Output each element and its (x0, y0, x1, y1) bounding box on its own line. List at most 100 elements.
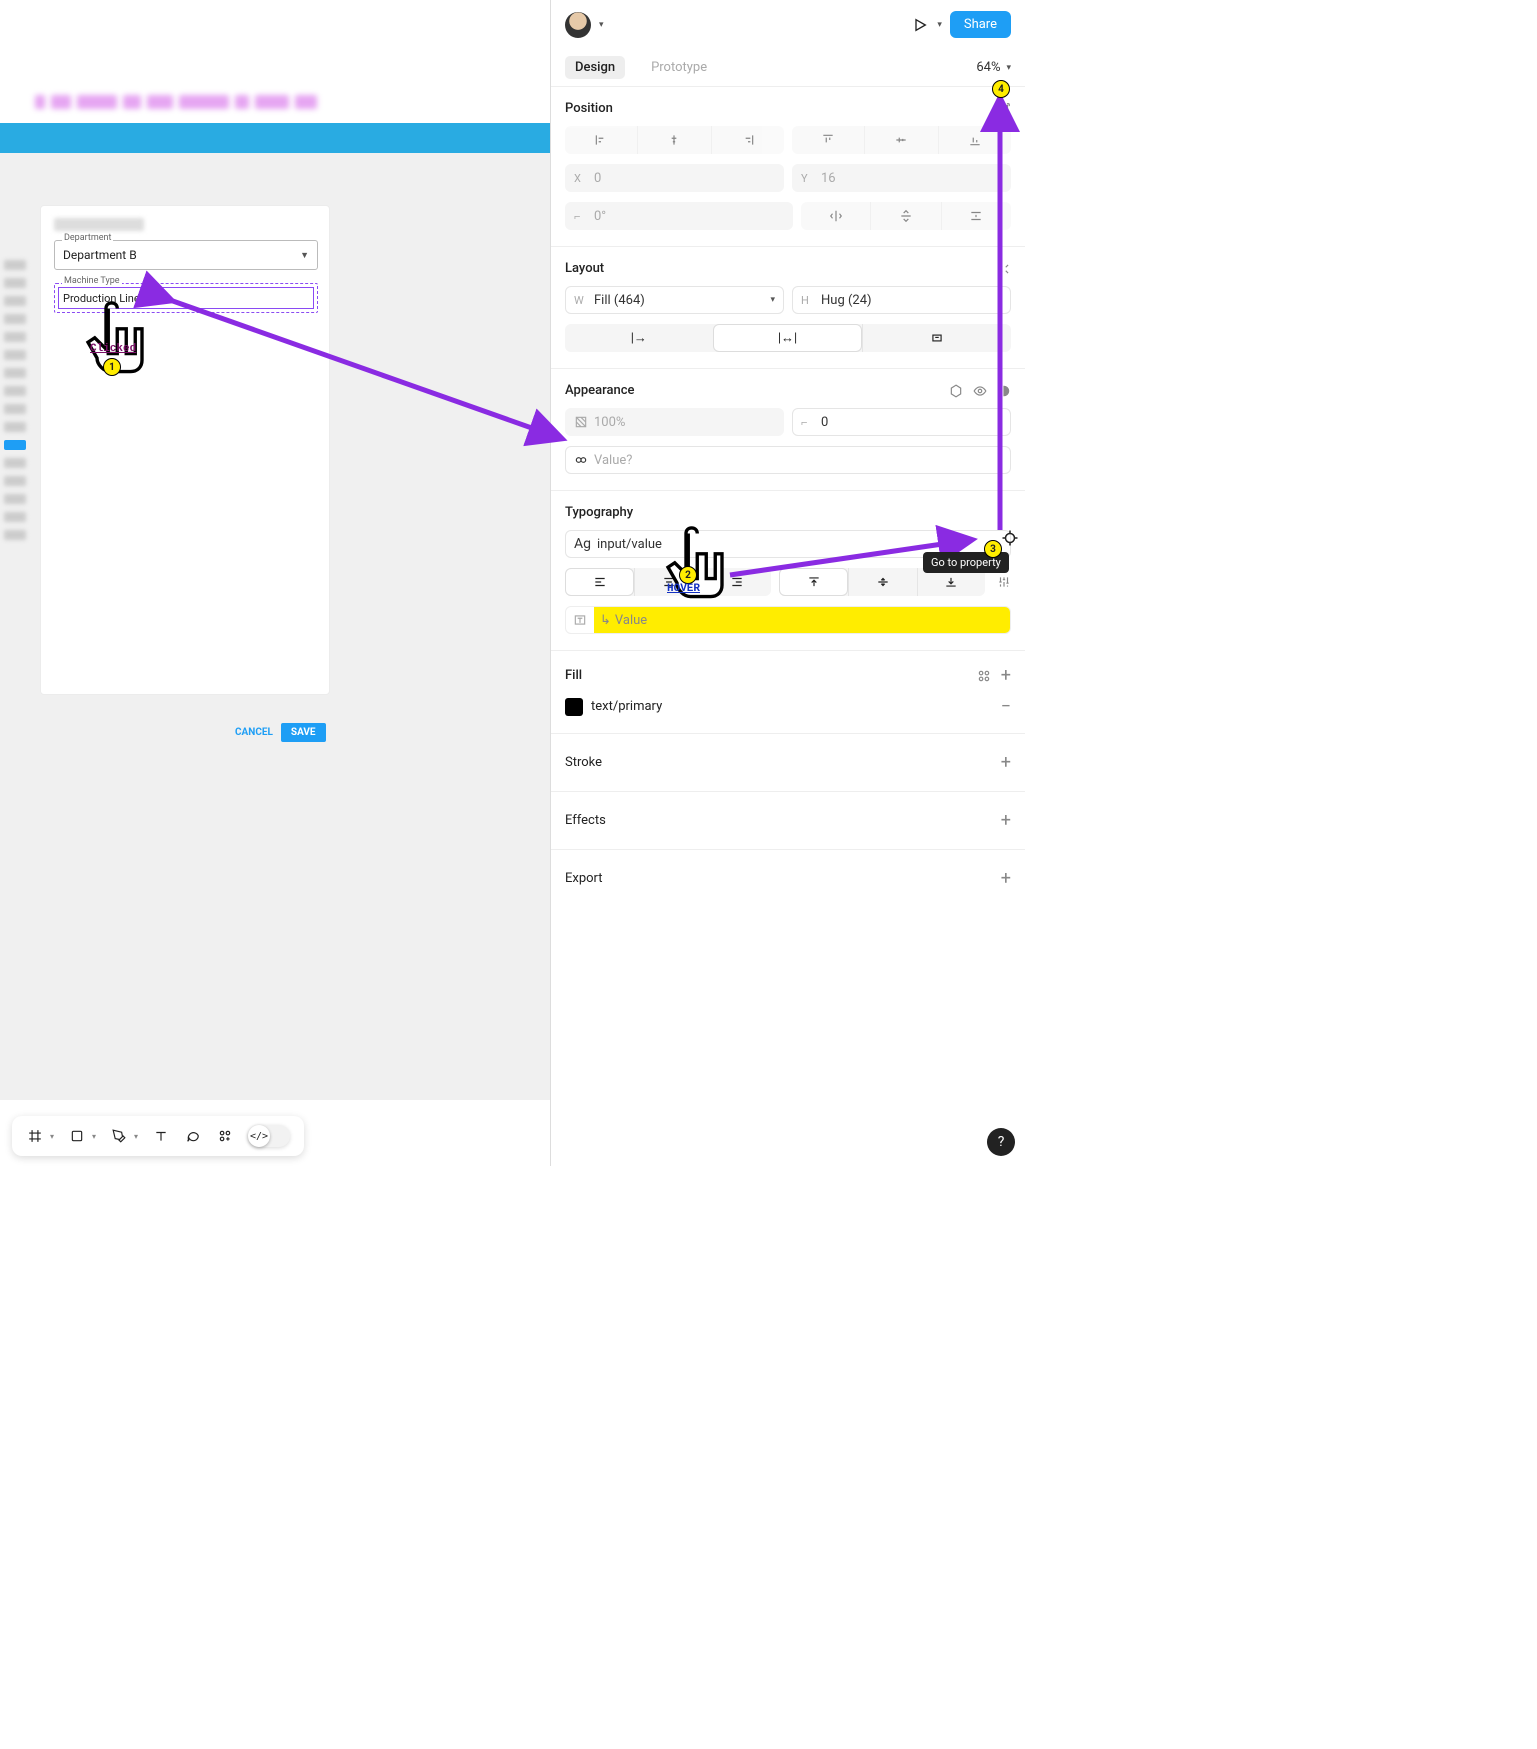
height-input[interactable]: H Hug (24) ▾ (792, 286, 1011, 314)
add-icon[interactable]: + (1001, 810, 1011, 831)
transparency-icon (574, 415, 588, 429)
comment-tool-icon[interactable] (184, 1127, 202, 1145)
fill-swatch[interactable] (565, 698, 583, 716)
section-title: Stroke (565, 755, 602, 770)
annotation-badge-1: 1 (103, 358, 121, 376)
rectangle-tool-icon[interactable] (68, 1127, 86, 1145)
machine-field[interactable]: Machine Type Production Line 999 (54, 283, 318, 313)
tab-prototype[interactable]: Prototype (641, 56, 717, 79)
resize-center-icon[interactable]: |↔| (713, 324, 863, 352)
grey-band (0, 153, 550, 195)
section-title: Layout (565, 261, 604, 276)
remove-icon[interactable]: − (1001, 696, 1011, 717)
add-icon[interactable]: + (1001, 752, 1011, 773)
flip-vertical-icon[interactable] (870, 202, 940, 230)
y-value: 16 (821, 171, 1002, 186)
cyan-band (0, 123, 550, 153)
style-value: input/value (597, 537, 1002, 552)
distribute-icon[interactable] (941, 202, 1011, 230)
align-icon[interactable] (997, 102, 1011, 116)
chevron-down-icon[interactable]: ▾ (770, 295, 775, 305)
align-horizontal-group[interactable] (565, 126, 784, 154)
canvas-area[interactable]: Department Department B ▼ Machine Type P… (0, 0, 550, 1100)
flip-group[interactable] (801, 202, 1011, 230)
w-value: Fill (464) (594, 293, 764, 308)
settings-sliders-icon[interactable] (997, 575, 1011, 589)
y-input[interactable]: Y 16 (792, 164, 1011, 192)
dev-mode-toggle[interactable]: </> (248, 1125, 290, 1147)
value-placeholder: Value? (594, 453, 1002, 468)
x-input[interactable]: X 0 (565, 164, 784, 192)
typography-property-row[interactable]: ↳ Value (565, 606, 1011, 634)
eye-icon[interactable] (973, 384, 987, 398)
effects-section[interactable]: Effects + (551, 791, 1025, 849)
export-section[interactable]: Export + (551, 849, 1025, 907)
section-title: Fill (565, 668, 582, 683)
position-section: Position X 0 (551, 87, 1025, 246)
components-tool-icon[interactable] (216, 1127, 234, 1145)
text-align-left-icon[interactable] (565, 568, 634, 596)
section-title: Position (565, 101, 613, 116)
machine-label: Machine Type (62, 276, 122, 286)
y-label: Y (801, 172, 815, 185)
properties-panel: ▾ ▾ Share Design Prototype 64% ▾ Positio… (550, 0, 1025, 1166)
zoom-control[interactable]: 64% ▾ (976, 60, 1011, 75)
department-label: Department (62, 233, 113, 243)
clicked-label: Clicked (90, 343, 136, 355)
opacity-input[interactable]: 100% (565, 408, 784, 436)
chevron-down-icon[interactable]: ▼ (300, 250, 309, 261)
avatar[interactable] (565, 12, 591, 38)
styles-icon[interactable] (977, 669, 991, 683)
width-input[interactable]: W Fill (464) ▾ (565, 286, 784, 314)
chevron-down-icon[interactable]: ▾ (937, 20, 942, 30)
cancel-button[interactable]: CANCEL (235, 727, 273, 738)
text-tool-icon[interactable] (152, 1127, 170, 1145)
add-icon[interactable]: + (1001, 665, 1011, 686)
angle-icon: ⌐ (574, 210, 588, 223)
tool-caret-icon[interactable]: ▾ (50, 1132, 54, 1141)
appearance-value-input[interactable]: Value? (565, 446, 1011, 474)
style-prefix: Ag (574, 536, 591, 552)
text-align-middle-icon[interactable] (848, 568, 916, 596)
h-label: H (801, 294, 815, 307)
resizing-group[interactable]: |→ |↔| (565, 324, 1011, 352)
present-button[interactable] (911, 16, 929, 34)
flip-horizontal-icon[interactable] (801, 202, 870, 230)
text-align-right-icon[interactable] (703, 568, 771, 596)
tool-caret-icon[interactable]: ▾ (92, 1132, 96, 1141)
share-button[interactable]: Share (950, 11, 1011, 38)
help-button[interactable]: ? (987, 1128, 1015, 1156)
department-value: Department B (63, 248, 137, 262)
rotation-input[interactable]: ⌐ 0° (565, 202, 793, 230)
chevron-down-icon[interactable]: ▾ (997, 295, 1002, 305)
tab-design[interactable]: Design (565, 56, 625, 79)
tool-caret-icon[interactable]: ▾ (134, 1132, 138, 1141)
resize-end-icon[interactable] (862, 324, 1011, 352)
save-button[interactable]: SAVE (281, 723, 326, 742)
machine-value: Production Line 999 (63, 292, 161, 305)
align-vertical-group[interactable] (792, 126, 1011, 154)
x-label: X (574, 172, 588, 185)
hexagon-icon[interactable] (949, 384, 963, 398)
resize-start-icon[interactable]: |→ (565, 324, 713, 352)
panel-tabs: Design Prototype 64% ▾ (551, 49, 1025, 87)
department-field[interactable]: Department Department B ▼ (54, 240, 318, 270)
bottom-toolbar: ▾ ▾ ▾ </> (12, 1116, 304, 1156)
go-to-property-button[interactable] (1001, 529, 1019, 551)
fill-section: Fill + text/primary − (551, 650, 1025, 733)
stroke-section[interactable]: Stroke + (551, 733, 1025, 791)
chevron-down-icon[interactable]: ▾ (599, 20, 604, 30)
corner-radius-input[interactable]: ⌐ 0 (792, 408, 1011, 436)
collapse-icon[interactable] (997, 262, 1011, 276)
add-icon[interactable]: + (1001, 868, 1011, 889)
half-circle-icon[interactable] (997, 384, 1011, 398)
pen-tool-icon[interactable] (110, 1127, 128, 1145)
property-highlight: ↳ Value (594, 607, 1010, 633)
text-align-top-icon[interactable] (779, 568, 848, 596)
section-title: Appearance (565, 383, 634, 398)
section-title: Effects (565, 813, 606, 828)
x-value: 0 (594, 171, 775, 186)
link-icon (574, 453, 588, 467)
fill-row[interactable]: text/primary − (565, 696, 1011, 717)
frame-tool-icon[interactable] (26, 1127, 44, 1145)
